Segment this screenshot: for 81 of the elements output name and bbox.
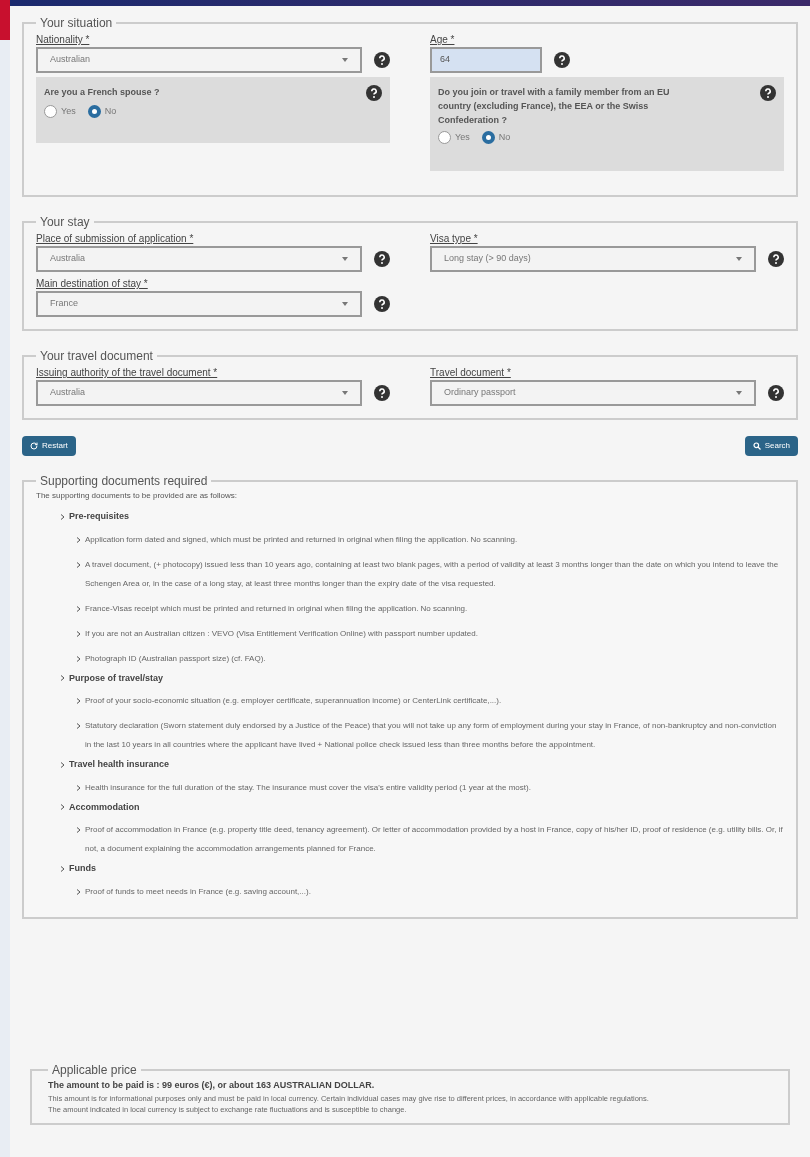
help-icon [374, 52, 390, 68]
help-icon [374, 385, 390, 401]
select-field[interactable]: Australian [36, 47, 362, 73]
requirement-item: Proof of your socio-economic situation (e.g. employer certificate, superannuation income) or CenterLink certificate,...). [85, 695, 502, 707]
radio-label: No [104, 105, 117, 118]
question-text: Are you a French spouse ? [44, 86, 160, 99]
requirement-item: Proof of accommodation in France (e.g. property title deed, tenancy agreement). Or letter of accommodation provided by a host in France, copy of his/her ID, proof of residence (e.g. utility bills. Or, if not, a document explaining the accommodation arrangements planned for France. [85, 824, 784, 855]
flag-stripe [0, 0, 10, 40]
requirement-item: A travel document, (+ photocopy) issued less than 10 years ago, containing at least two blank pages, with a period of validity at least 3 months longer than the date on which you intend to leave the Schengen Area or, in the case of a long stay, at least three months longer than the expiry date of the visa requested. [85, 558, 780, 590]
chevron-icon [76, 630, 81, 637]
help-icon [554, 52, 570, 68]
age-field[interactable]: 64 [430, 47, 542, 73]
search-button[interactable]: Search [744, 436, 798, 456]
intro-text: The supporting documents to be provided are as follows: [36, 490, 238, 502]
chevron-icon [76, 655, 81, 662]
search-icon [752, 442, 761, 450]
section-heading: Funds [69, 862, 96, 875]
select-field[interactable]: France [36, 291, 362, 317]
restart-button[interactable]: Restart [22, 436, 76, 456]
select-field[interactable]: Ordinary passport [430, 380, 756, 406]
field-label: Travel document * [430, 366, 512, 380]
requirement-item: If you are not an Australian citizen : VEVO (Visa Entitlement Verification Online) with passport number updated. [85, 627, 478, 640]
help-icon [768, 251, 784, 267]
section-legend: Applicable price [48, 1061, 141, 1079]
radio-button[interactable] [44, 105, 57, 119]
amount-text: The amount to be paid is : 99 euros (€), or about 163 AUSTRALIAN DOLLAR. [48, 1079, 376, 1092]
radio-button[interactable] [481, 131, 495, 145]
chevron-icon [76, 536, 81, 543]
chevron-icon [60, 804, 65, 811]
section-legend: Your situation [36, 14, 117, 32]
dropdown-caret-icon [342, 257, 348, 261]
section-heading: Purpose of travel/stay [69, 671, 164, 685]
select-field[interactable]: Australia [36, 380, 362, 406]
field-label: Visa type * [430, 232, 479, 246]
help-icon [374, 296, 390, 312]
section-legend: Your travel document [36, 347, 157, 365]
chevron-icon [76, 888, 81, 895]
chevron-icon [60, 865, 65, 872]
radio-label: Yes [61, 105, 76, 118]
help-icon [760, 85, 776, 101]
requirement-item: Health insurance for the full duration of the stay. The insurance must cover the visa's entire validity period (1 year at the most). [85, 781, 531, 794]
radio-button[interactable] [438, 131, 451, 145]
dropdown-caret-icon [342, 302, 348, 306]
help-icon [366, 85, 382, 101]
requirement-item: France-Visas receipt which must be printed and returned in original when filing the application. No scanning. [85, 602, 468, 615]
radio-label: Yes [455, 131, 470, 144]
chevron-icon [60, 675, 65, 682]
chevron-icon [60, 513, 65, 520]
dropdown-caret-icon [342, 391, 348, 395]
requirement-item: Proof of funds to meet needs in France (e.g. saving account,...). [85, 885, 311, 898]
field-label: Place of submission of application * [36, 232, 195, 246]
select-field[interactable]: Australia [36, 246, 362, 272]
chevron-icon [76, 561, 81, 568]
chevron-icon [76, 605, 81, 612]
radio-label: No [498, 131, 511, 144]
refresh-icon [30, 442, 38, 450]
question-text: Do you join or travel with a family member from an EU country (excluding France), the EEA or the Swiss Confederation ? [438, 86, 671, 127]
help-icon [768, 385, 784, 401]
chevron-icon [76, 698, 81, 704]
select-field[interactable]: Long stay (> 90 days) [430, 246, 756, 272]
section-legend: Your stay [36, 213, 94, 231]
dropdown-caret-icon [736, 391, 742, 395]
chevron-icon [76, 723, 81, 729]
field-label: Age * [430, 33, 456, 47]
section-heading: Travel health insurance [69, 758, 170, 771]
requirement-item: Application form dated and signed, which must be printed and returned in original when filing the application. No scanning. [85, 533, 518, 546]
radio-button[interactable] [87, 105, 101, 119]
chevron-icon [76, 827, 81, 833]
requirement-item: Statutory declaration (Sworn statement duly endorsed by a Justice of the Peace) that you will not take up any form of employment during your stay in France, of non-bankruptcy and non-conviction in the last 10 years in all countries where the applicant have lived + National police check issued less than three months before the appointment. [85, 720, 778, 751]
field-label: Nationality * [36, 33, 91, 47]
chevron-icon [76, 784, 81, 791]
help-icon [374, 251, 390, 267]
dropdown-caret-icon [342, 58, 348, 62]
requirement-item: Photograph ID (Australian passport size) (cf. FAQ). [85, 652, 266, 665]
section-heading: Pre-requisites [69, 510, 130, 523]
dropdown-caret-icon [736, 257, 742, 261]
section-heading: Accommodation [69, 800, 140, 814]
field-label: Main destination of stay * [36, 277, 149, 291]
chevron-icon [60, 761, 65, 768]
field-label: Issuing authority of the travel document * [36, 366, 219, 380]
section-legend: Supporting documents required [36, 472, 212, 490]
